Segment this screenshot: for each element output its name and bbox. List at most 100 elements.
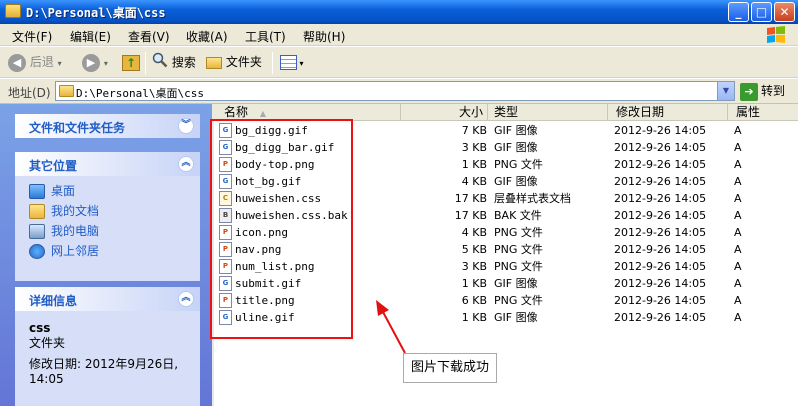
forward-button[interactable]: ▶ ▾ <box>82 52 108 74</box>
address-bar: 地址(D) D:\Personal\桌面\css ▼ ➔ 转到 <box>0 79 798 104</box>
search-icon <box>152 52 168 74</box>
address-dropdown-button[interactable]: ▼ <box>717 82 734 100</box>
file-attributes: A <box>734 243 742 256</box>
file-name: huweishen.css <box>235 192 322 205</box>
file-row[interactable]: Gsubmit.gif 1 KB GIF 图像 2012-9-26 14:05 A <box>212 275 798 292</box>
file-name: bg_digg.gif <box>235 124 308 137</box>
views-button[interactable]: ▾ <box>280 52 304 74</box>
chevron-up-icon[interactable]: ︽ <box>178 156 194 172</box>
file-row[interactable]: Ptitle.png 6 KB PNG 文件 2012-9-26 14:05 A <box>212 292 798 309</box>
file-attributes: A <box>734 260 742 273</box>
file-type: GIF 图像 <box>494 311 538 324</box>
file-row[interactable]: Chuweishen.css 17 KB 层叠样式表文档 2012-9-26 14:0… <box>212 190 798 207</box>
gif-icon: G <box>219 276 232 291</box>
folder-icon <box>59 85 74 97</box>
details-modified: 修改日期: 2012年9月26日, 14:05 <box>29 357 179 386</box>
gif-icon: G <box>219 140 232 155</box>
go-arrow-icon: ➔ <box>740 82 758 101</box>
address-label: 地址(D) <box>8 86 51 100</box>
file-size: 6 KB <box>461 294 487 307</box>
file-attributes: A <box>734 158 742 171</box>
up-folder-button[interactable]: ↑ <box>122 52 140 74</box>
file-row[interactable]: Ghot_bg.gif 4 KB GIF 图像 2012-9-26 14:05 A <box>212 173 798 190</box>
my-documents-icon <box>29 204 45 219</box>
file-row[interactable]: Pbody-top.png 1 KB PNG 文件 2012-9-26 14:05 A <box>212 156 798 173</box>
file-type: GIF 图像 <box>494 141 538 154</box>
file-folder-tasks-header[interactable]: 文件和文件夹任务 ︾ <box>15 114 200 138</box>
menu-help[interactable]: 帮助(H) <box>303 28 345 45</box>
png-icon: P <box>219 225 232 240</box>
file-date: 2012-9-26 14:05 <box>614 175 707 188</box>
forward-arrow-icon: ▶ <box>82 53 100 72</box>
menu-favorites[interactable]: 收藏(A) <box>186 28 228 45</box>
png-icon: P <box>219 259 232 274</box>
up-folder-icon: ↑ <box>122 54 140 71</box>
menu-edit[interactable]: 编辑(E) <box>70 28 111 45</box>
go-label: 转到 <box>761 84 786 98</box>
address-input[interactable]: D:\Personal\桌面\css ▼ <box>55 81 735 101</box>
file-row[interactable]: Gbg_digg_bar.gif 3 KB GIF 图像 2012-9-26 14:0… <box>212 139 798 156</box>
close-button[interactable]: ✕ <box>774 2 795 22</box>
file-date: 2012-9-26 14:05 <box>614 277 707 290</box>
column-attributes[interactable]: 属性 <box>728 104 798 121</box>
file-type: PNG 文件 <box>494 226 543 239</box>
file-size: 4 KB <box>461 226 487 239</box>
back-label: 后退 <box>29 55 54 69</box>
other-places-panel: 其它位置 ︽ 桌面 我的文档 我的电脑 网上邻居 <box>15 152 200 281</box>
place-my-documents[interactable]: 我的文档 <box>29 202 186 222</box>
task-pane: 文件和文件夹任务 ︾ 其它位置 ︽ 桌面 我的文档 我的电脑 网上邻居 详细信息… <box>0 104 212 406</box>
search-label: 搜索 <box>171 55 196 70</box>
file-row[interactable]: Pnav.png 5 KB PNG 文件 2012-9-26 14:05 A <box>212 241 798 258</box>
file-size: 17 KB <box>454 209 487 222</box>
file-size: 1 KB <box>461 311 487 324</box>
file-attributes: A <box>734 209 742 222</box>
details-panel: 详细信息 ︽ css 文件夹 修改日期: 2012年9月26日, 14:05 <box>15 287 200 406</box>
file-attributes: A <box>734 192 742 205</box>
chevron-up-icon[interactable]: ︽ <box>178 291 194 307</box>
place-my-computer[interactable]: 我的电脑 <box>29 222 186 242</box>
folders-icon <box>206 56 222 69</box>
folder-icon <box>5 4 21 18</box>
file-size: 17 KB <box>454 192 487 205</box>
file-folder-tasks-title: 文件和文件夹任务 <box>29 121 126 135</box>
menu-file[interactable]: 文件(F) <box>12 28 52 45</box>
back-button[interactable]: ◀ 后退 ▾ <box>8 52 62 74</box>
column-type[interactable]: 类型 <box>488 104 608 121</box>
file-row[interactable]: Gbg_digg.gif 7 KB GIF 图像 2012-9-26 14:05 A <box>212 122 798 139</box>
file-date: 2012-9-26 14:05 <box>614 158 707 171</box>
details-header[interactable]: 详细信息 ︽ <box>15 287 200 311</box>
sort-ascending-icon: ▲ <box>259 109 266 118</box>
pane-divider[interactable] <box>212 121 214 406</box>
file-type: GIF 图像 <box>494 175 538 188</box>
column-date[interactable]: 修改日期 <box>608 104 728 121</box>
minimize-button[interactable]: _ <box>728 2 749 22</box>
file-name: huweishen.css.bak <box>235 209 348 222</box>
details-name: css <box>29 321 51 335</box>
maximize-button[interactable]: □ <box>751 2 772 22</box>
file-size: 1 KB <box>461 158 487 171</box>
file-row[interactable]: Pnum_list.png 3 KB PNG 文件 2012-9-26 14:05 A <box>212 258 798 275</box>
file-row[interactable]: Guline.gif 1 KB GIF 图像 2012-9-26 14:05 A <box>212 309 798 326</box>
folders-button[interactable]: 文件夹 <box>206 52 262 74</box>
file-type: GIF 图像 <box>494 124 538 137</box>
file-row[interactable]: Bhuweishen.css.bak 17 KB BAK 文件 2012-9-26 1… <box>212 207 798 224</box>
file-size: 3 KB <box>461 260 487 273</box>
place-desktop[interactable]: 桌面 <box>29 182 186 202</box>
search-button[interactable]: 搜索 <box>152 52 196 74</box>
file-row[interactable]: Picon.png 4 KB PNG 文件 2012-9-26 14:05 A <box>212 224 798 241</box>
menu-view[interactable]: 查看(V) <box>128 28 170 45</box>
other-places-header[interactable]: 其它位置 ︽ <box>15 152 200 176</box>
title-bar: D:\Personal\桌面\css _ □ ✕ <box>0 0 798 24</box>
details-title: 详细信息 <box>29 294 78 308</box>
column-size[interactable]: 大小 <box>401 104 488 121</box>
place-network[interactable]: 网上邻居 <box>29 242 186 262</box>
file-type: PNG 文件 <box>494 158 543 171</box>
file-date: 2012-9-26 14:05 <box>614 192 707 205</box>
menu-tools[interactable]: 工具(T) <box>245 28 286 45</box>
file-name: title.png <box>235 294 295 307</box>
file-name: num_list.png <box>235 260 315 273</box>
go-button[interactable]: ➔ 转到 <box>740 82 785 101</box>
chevron-down-icon[interactable]: ︾ <box>178 118 194 134</box>
column-name[interactable]: 名称 ▲ <box>212 104 401 121</box>
place-network-label: 网上邻居 <box>51 244 100 258</box>
